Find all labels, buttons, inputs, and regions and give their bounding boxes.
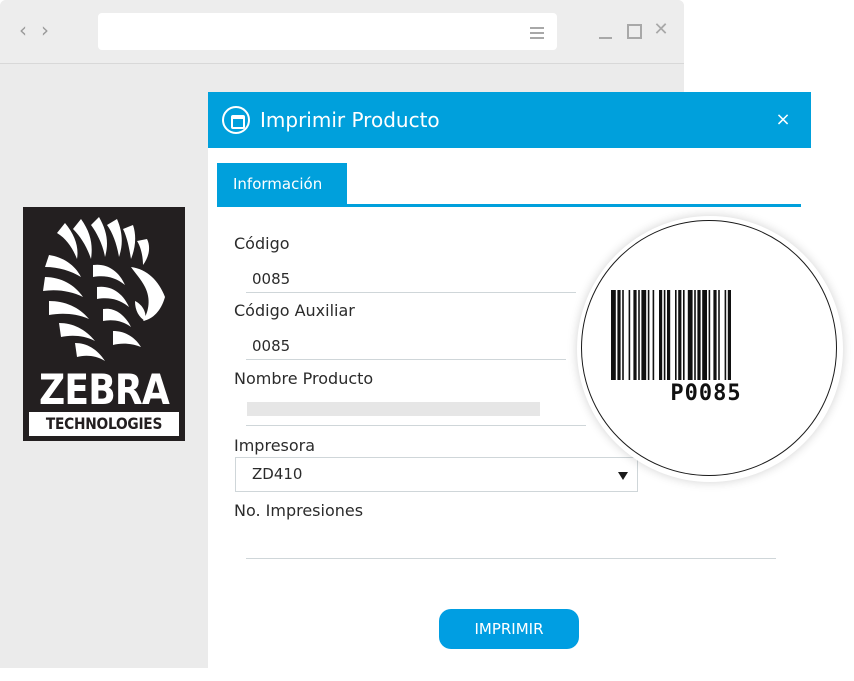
codigo-label: Código bbox=[234, 234, 290, 253]
minimize-icon[interactable] bbox=[596, 18, 616, 42]
chevron-left-icon[interactable]: ‹ bbox=[12, 18, 34, 42]
codigo-auxiliar-field[interactable]: 0085 bbox=[246, 335, 566, 360]
zebra-head-icon bbox=[43, 217, 165, 361]
logo-wordmark: ZEBRA bbox=[39, 365, 170, 414]
no-impresiones-label: No. Impresiones bbox=[234, 501, 364, 520]
barcode-bar bbox=[708, 290, 711, 380]
impresora-select[interactable]: ZD410 bbox=[235, 457, 638, 492]
barcode-bar bbox=[647, 290, 650, 380]
barcode-bar bbox=[611, 290, 616, 380]
barcode-image bbox=[611, 290, 731, 380]
barcode-bar bbox=[702, 290, 707, 380]
no-impresiones-field[interactable] bbox=[246, 535, 776, 559]
nombre-producto-label: Nombre Producto bbox=[234, 369, 374, 388]
impresora-label: Impresora bbox=[234, 436, 316, 455]
nombre-producto-placeholder-bar bbox=[247, 402, 540, 416]
barcode-bar bbox=[713, 290, 717, 380]
dialog-close-button[interactable]: × bbox=[773, 106, 793, 134]
address-bar[interactable] bbox=[98, 13, 557, 50]
barcode-bar bbox=[641, 290, 647, 380]
barcode-bar bbox=[622, 290, 624, 380]
barcode-text: P0085 bbox=[670, 381, 742, 406]
dialog-header: Imprimir Producto × bbox=[208, 92, 811, 148]
logo-subtitle: TECHNOLOGIES bbox=[45, 414, 163, 433]
barcode-bar bbox=[633, 290, 637, 380]
zebra-technologies-logo: ZEBRA TECHNOLOGIES bbox=[23, 207, 185, 441]
barcode-bar bbox=[724, 290, 727, 380]
imprimir-button[interactable]: IMPRIMIR bbox=[439, 609, 579, 649]
barcode-bar bbox=[683, 290, 685, 380]
barcode-bar bbox=[697, 290, 701, 380]
chevron-right-icon[interactable]: › bbox=[34, 18, 56, 42]
barcode-bar bbox=[659, 290, 663, 380]
dropdown-arrow-icon bbox=[618, 472, 628, 480]
barcode-bar bbox=[652, 290, 655, 380]
barcode-bar bbox=[628, 290, 631, 380]
codigo-field[interactable]: 0085 bbox=[246, 268, 576, 293]
tabs-underline bbox=[217, 204, 801, 207]
barcode-bar bbox=[663, 290, 666, 380]
close-icon[interactable]: ✕ bbox=[651, 18, 671, 42]
barcode-bar bbox=[718, 290, 720, 380]
impresora-selected-value: ZD410 bbox=[252, 465, 303, 483]
barcode-magnifier: P0085 bbox=[577, 216, 843, 482]
barcode-bar bbox=[694, 290, 696, 380]
tab-informacion[interactable]: Información bbox=[217, 163, 347, 205]
browser-toolbar: ‹ › ✕ bbox=[0, 0, 684, 64]
barcode-bar bbox=[617, 290, 621, 380]
barcode-bar bbox=[675, 290, 677, 380]
barcode-bar bbox=[678, 290, 682, 380]
codigo-auxiliar-label: Código Auxiliar bbox=[234, 301, 355, 320]
barcode-bar bbox=[667, 290, 671, 380]
dialog-title: Imprimir Producto bbox=[260, 108, 440, 132]
barcode-bar bbox=[638, 290, 640, 380]
maximize-icon[interactable] bbox=[624, 18, 644, 42]
hamburger-icon[interactable] bbox=[530, 27, 544, 39]
logo-subtitle-box: TECHNOLOGIES bbox=[29, 412, 179, 436]
barcode-bar bbox=[727, 290, 731, 380]
barcode-bar bbox=[687, 290, 693, 380]
window-icon bbox=[222, 106, 250, 134]
